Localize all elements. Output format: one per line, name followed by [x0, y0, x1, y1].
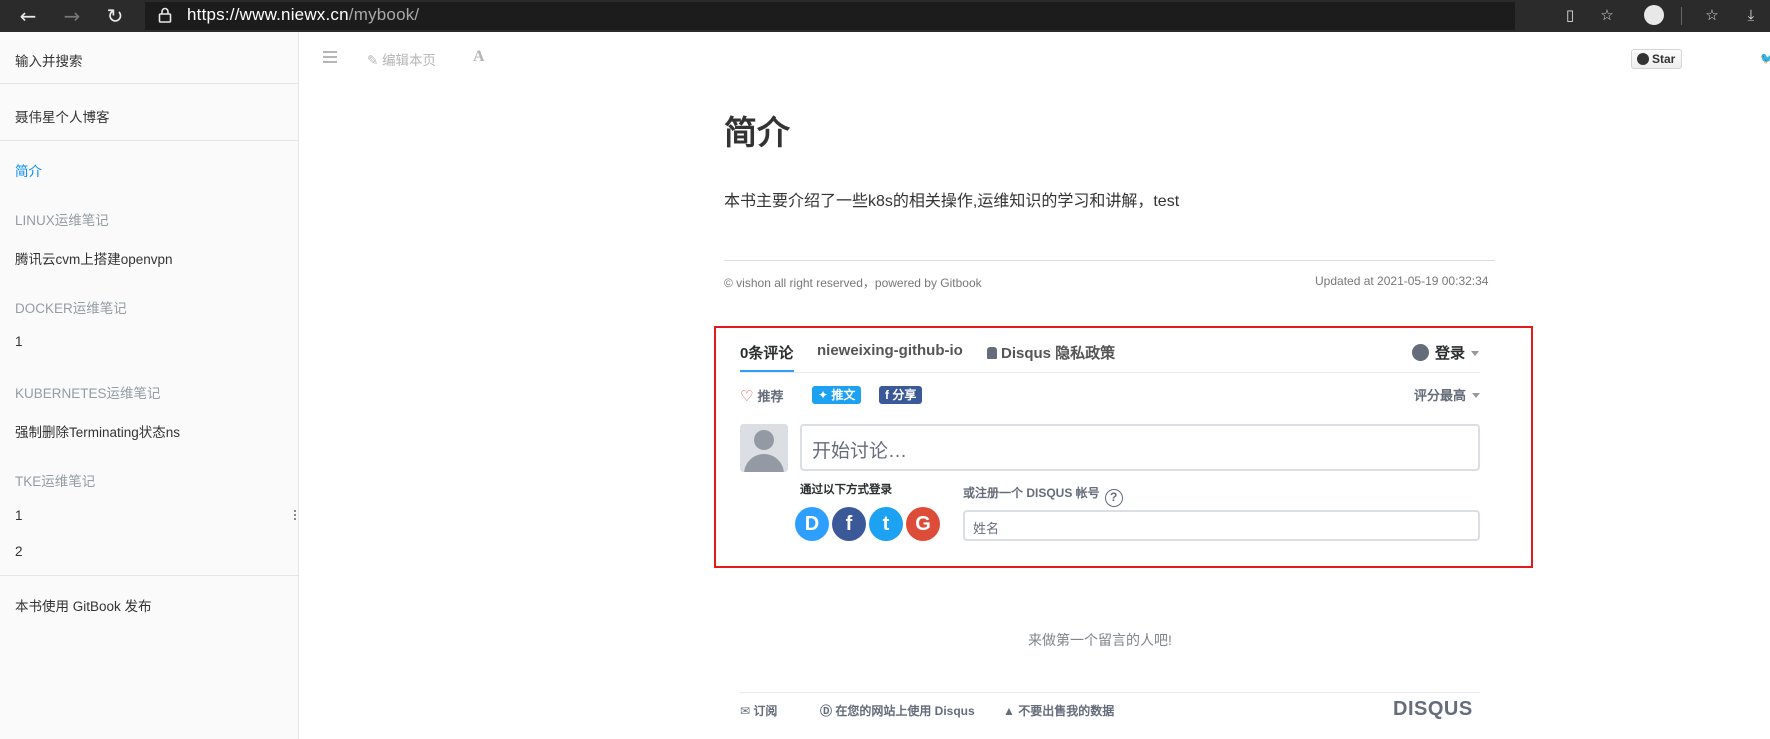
- github-icon: [1637, 53, 1649, 65]
- browser-toolbar: ← → ↻ https://www.niewx.cn/mybook/ ▯ ☆ ☆…: [0, 0, 1770, 32]
- register-label: 或注册一个 DISQUS 帐号?: [963, 484, 1123, 507]
- chevron-down-icon: [1472, 393, 1481, 398]
- disqus-divider: [740, 372, 1480, 373]
- sidebar-divider: [0, 140, 299, 141]
- disqus-d-icon: Ⓓ: [820, 704, 836, 718]
- chevron-down-icon: [1471, 351, 1480, 356]
- name-field[interactable]: 姓名: [963, 510, 1480, 541]
- facebook-share-button[interactable]: f 分享: [879, 386, 923, 404]
- google-login-icon[interactable]: G: [906, 507, 940, 541]
- sidebar-item-tke-1[interactable]: 1: [15, 508, 23, 523]
- sidebar-item-terminating-ns[interactable]: 强制删除Terminating状态ns: [15, 421, 180, 441]
- twitter-icon[interactable]: 🐦: [1760, 52, 1770, 65]
- profile-avatar[interactable]: [1644, 5, 1664, 25]
- book-sidebar: 输入并搜索 聂伟星个人博客 简介 LINUX运维笔记 腾讯云cvm上搭建open…: [0, 32, 299, 739]
- tab-comments-count[interactable]: 0条评论: [740, 342, 793, 363]
- sidebar-header-kubernetes: KUBERNETES运维笔记: [15, 386, 161, 401]
- sidebar-divider: [0, 575, 299, 576]
- page-title: 简介: [724, 114, 790, 151]
- disqus-logo[interactable]: DISQUS: [1393, 698, 1473, 721]
- sidebar-resize-handle[interactable]: [294, 510, 296, 522]
- copyright-text: © vishon all right reserved，powered by G…: [724, 276, 982, 290]
- gitbook-link[interactable]: 本书使用 GitBook 发布: [15, 595, 152, 615]
- sort-dropdown[interactable]: 评分最高: [1414, 385, 1481, 404]
- reading-view-icon[interactable]: ▯: [1560, 6, 1580, 26]
- back-icon[interactable]: ←: [16, 4, 40, 28]
- envelope-icon: ✉: [740, 704, 754, 718]
- twitter-icon: ✦: [818, 388, 832, 402]
- subscribe-link[interactable]: ✉ 订阅: [740, 702, 777, 719]
- tab-community[interactable]: nieweixing-github-io: [817, 342, 963, 359]
- warning-icon: ▲: [1003, 704, 1019, 718]
- do-not-sell-link[interactable]: ▲ 不要出售我的数据: [1003, 702, 1114, 719]
- disqus-login-icon[interactable]: D: [795, 507, 829, 541]
- page-intro: 本书主要介绍了一些k8s的相关操作,运维知识的学习和讲解，test: [724, 193, 1180, 210]
- edit-icon: ✎: [367, 53, 383, 68]
- sidebar-blog-link[interactable]: 聂伟星个人博客: [15, 106, 110, 126]
- comment-input[interactable]: 开始讨论…: [800, 424, 1480, 471]
- heart-icon: ♡: [740, 387, 754, 405]
- empty-comments-message: 来做第一个留言的人吧!: [1028, 632, 1172, 648]
- add-favorite-icon[interactable]: ☆: [1597, 6, 1617, 26]
- content-divider: [724, 260, 1495, 261]
- downloads-icon[interactable]: ⤓: [1741, 6, 1761, 26]
- sidebar-header-tke: TKE运维笔记: [15, 474, 96, 489]
- toggle-sidebar-icon[interactable]: [323, 51, 337, 63]
- forward-icon[interactable]: →: [60, 4, 84, 28]
- tab-privacy-policy[interactable]: Disqus 隐私政策: [987, 342, 1115, 363]
- url-text[interactable]: https://www.niewx.cn/mybook/: [187, 5, 419, 25]
- search-input[interactable]: 输入并搜索: [15, 50, 83, 70]
- edit-page-button[interactable]: ✎ 编辑本页: [367, 49, 436, 69]
- twitter-login-icon[interactable]: t: [869, 507, 903, 541]
- lock-icon: [987, 347, 997, 359]
- disqus-login-button[interactable]: 登录: [1412, 342, 1480, 363]
- help-icon[interactable]: ?: [1104, 489, 1123, 507]
- sidebar-item-docker-1[interactable]: 1: [15, 334, 23, 349]
- sidebar-divider: [0, 83, 299, 84]
- user-avatar: [740, 424, 788, 472]
- disqus-footer-divider: [740, 692, 1480, 693]
- toolbar-divider: [1681, 7, 1682, 25]
- font-settings-button[interactable]: A: [473, 48, 485, 66]
- sidebar-item-tke-2[interactable]: 2: [15, 544, 23, 559]
- sidebar-item-intro[interactable]: 简介: [15, 160, 42, 180]
- lock-icon: [158, 7, 172, 23]
- use-disqus-link[interactable]: Ⓓ 在您的网站上使用 Disqus: [820, 702, 975, 719]
- facebook-login-icon[interactable]: f: [832, 507, 866, 541]
- github-star-button[interactable]: Star: [1631, 49, 1682, 69]
- favorites-icon[interactable]: ☆: [1702, 6, 1722, 26]
- refresh-icon[interactable]: ↻: [103, 4, 127, 28]
- disqus-bubble-icon: [1412, 344, 1429, 361]
- tweet-button[interactable]: ✦ 推文: [812, 386, 862, 404]
- sidebar-header-linux: LINUX运维笔记: [15, 213, 109, 228]
- updated-timestamp: Updated at 2021-05-19 00:32:34: [1315, 274, 1489, 288]
- login-with-label: 通过以下方式登录: [800, 484, 892, 496]
- sidebar-header-docker: DOCKER运维笔记: [15, 301, 127, 316]
- recommend-button[interactable]: ♡ 推荐: [740, 386, 783, 405]
- sidebar-item-openvpn[interactable]: 腾讯云cvm上搭建openvpn: [15, 248, 173, 268]
